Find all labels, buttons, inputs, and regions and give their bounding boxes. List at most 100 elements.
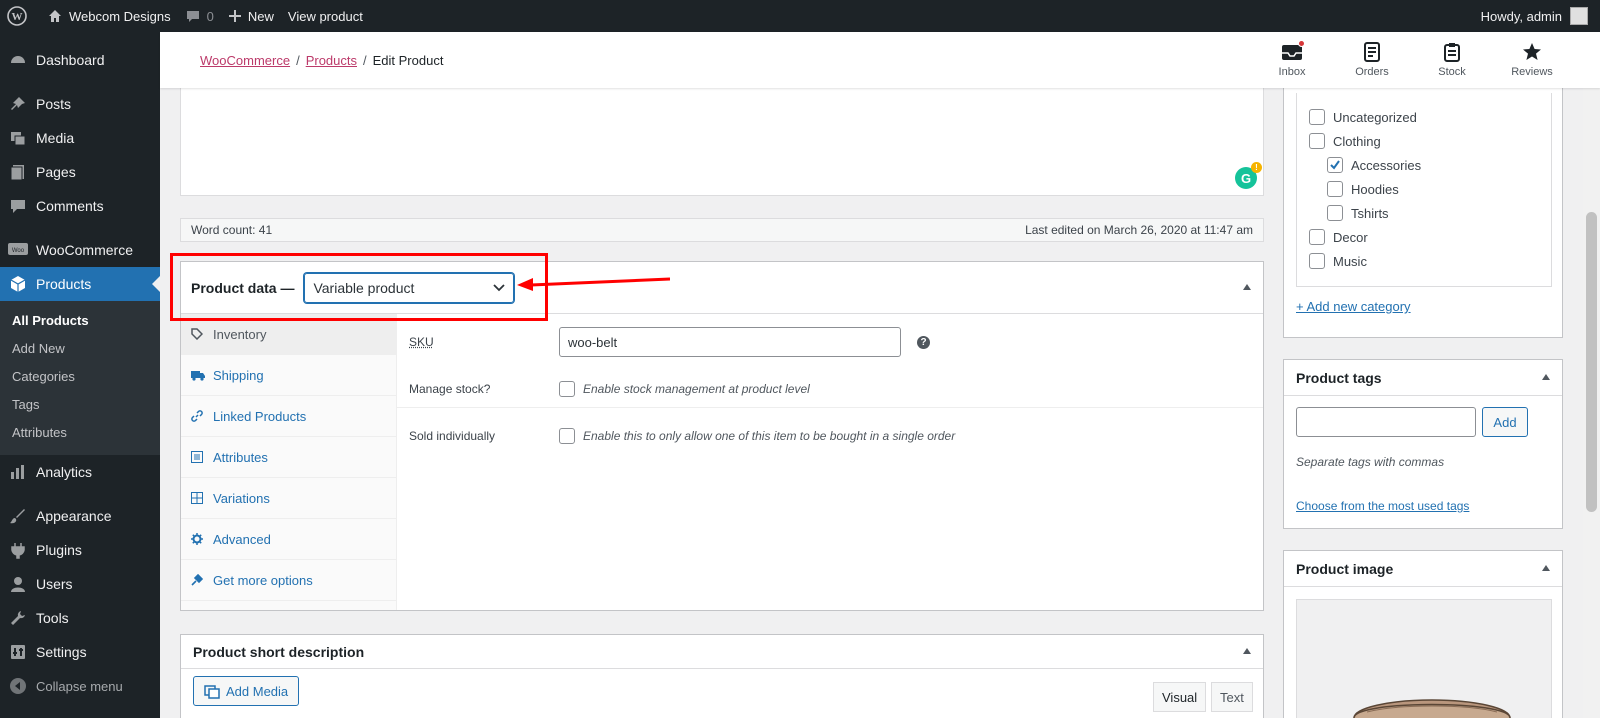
- menu-label: Products: [36, 276, 92, 292]
- collapse-toggle-icon[interactable]: [1542, 373, 1550, 380]
- menu-label: WooCommerce: [36, 242, 133, 258]
- submenu-all-products[interactable]: All Products: [0, 307, 160, 335]
- product-tags-title: Product tags: [1296, 369, 1382, 386]
- menu-label: Media: [36, 130, 75, 146]
- choose-tags-link[interactable]: Choose from the most used tags: [1296, 499, 1469, 513]
- reviews-button[interactable]: Reviews: [1492, 42, 1572, 78]
- category-checkbox[interactable]: [1309, 253, 1325, 269]
- stock-label: Stock: [1438, 66, 1466, 78]
- menu-appearance[interactable]: Appearance: [0, 499, 160, 533]
- view-product-link[interactable]: View product: [281, 0, 370, 32]
- menu-comments[interactable]: Comments: [0, 189, 160, 223]
- menu-media[interactable]: Media: [0, 121, 160, 155]
- menu-collapse[interactable]: Collapse menu: [0, 669, 160, 703]
- site-name-link[interactable]: Webcom Designs: [40, 0, 178, 32]
- tab-linked-products[interactable]: Linked Products: [181, 396, 396, 437]
- stock-button[interactable]: Stock: [1412, 42, 1492, 78]
- add-new-category-link[interactable]: + Add new category: [1296, 299, 1411, 314]
- collapse-toggle-icon[interactable]: [1542, 564, 1550, 571]
- category-item[interactable]: Tshirts: [1327, 205, 1389, 221]
- page-scrollbar[interactable]: [1583, 32, 1600, 718]
- tab-advanced[interactable]: Advanced: [181, 519, 396, 560]
- submenu-tags[interactable]: Tags: [0, 391, 160, 419]
- breadcrumb-products[interactable]: Products: [306, 53, 357, 68]
- inbox-button[interactable]: Inbox: [1252, 40, 1332, 78]
- account-menu[interactable]: Howdy, admin: [1474, 0, 1600, 32]
- short-description-header: Product short description: [181, 635, 1263, 669]
- submenu-add-new[interactable]: Add New: [0, 335, 160, 363]
- plus-icon: [228, 10, 241, 22]
- home-icon: [49, 10, 61, 22]
- grammarly-icon[interactable]: G!: [1235, 162, 1262, 189]
- category-checkbox[interactable]: [1309, 133, 1325, 149]
- sku-input[interactable]: woo-belt: [559, 327, 901, 357]
- category-checkbox-checked[interactable]: [1327, 157, 1343, 173]
- orders-icon: [1364, 42, 1380, 62]
- tab-attributes[interactable]: Attributes: [181, 437, 396, 478]
- menu-analytics[interactable]: Analytics: [0, 455, 160, 489]
- tag-input[interactable]: [1296, 407, 1476, 437]
- menu-settings[interactable]: Settings: [0, 635, 160, 669]
- category-item[interactable]: Clothing: [1309, 133, 1381, 149]
- menu-dashboard[interactable]: Dashboard: [0, 43, 160, 77]
- tab-shipping[interactable]: Shipping: [181, 355, 396, 396]
- menu-users[interactable]: Users: [0, 567, 160, 601]
- menu-woocommerce[interactable]: Woo WooCommerce: [0, 233, 160, 267]
- admin-bar: W Webcom Designs 0 New View product Howd…: [0, 0, 1600, 32]
- collapse-toggle-icon[interactable]: [1243, 647, 1251, 654]
- help-icon[interactable]: ?: [917, 335, 930, 349]
- orders-button[interactable]: Orders: [1332, 42, 1412, 78]
- grid-icon: [191, 492, 205, 504]
- woo-icon: Woo: [8, 240, 28, 260]
- wordpress-logo-icon[interactable]: W: [0, 0, 40, 32]
- scrollbar-thumb[interactable]: [1586, 212, 1597, 512]
- product-data-tabs: Inventory Shipping Linked Products Attri…: [181, 314, 397, 610]
- sku-value: woo-belt: [568, 334, 618, 350]
- add-media-button[interactable]: Add Media: [193, 676, 300, 706]
- tab-get-more-options[interactable]: Get more options: [181, 560, 396, 601]
- breadcrumb: WooCommerce / Products / Edit Product: [200, 53, 443, 68]
- new-content-link[interactable]: New: [221, 0, 281, 32]
- product-image-title: Product image: [1296, 560, 1394, 577]
- category-item[interactable]: Music: [1309, 253, 1367, 269]
- breadcrumb-woocommerce[interactable]: WooCommerce: [200, 53, 290, 68]
- comment-icon: [8, 196, 28, 216]
- sold-individually-checkbox[interactable]: [559, 428, 575, 444]
- tab-visual[interactable]: Visual: [1153, 682, 1207, 712]
- menu-label: Settings: [36, 644, 87, 660]
- category-item[interactable]: Accessories: [1327, 157, 1421, 173]
- collapse-toggle-icon[interactable]: [1243, 283, 1251, 290]
- tab-variations[interactable]: Variations: [181, 478, 396, 519]
- comments-link[interactable]: 0: [178, 0, 221, 32]
- menu-posts[interactable]: Posts: [0, 87, 160, 121]
- manage-stock-row: Manage stock? Enable stock management at…: [397, 370, 1263, 408]
- last-edited: Last edited on March 26, 2020 at 11:47 a…: [1025, 223, 1253, 237]
- menu-pages[interactable]: Pages: [0, 155, 160, 189]
- menu-products[interactable]: Products: [0, 267, 160, 301]
- content-editor[interactable]: G!: [180, 88, 1264, 196]
- category-checkbox[interactable]: [1327, 181, 1343, 197]
- add-tag-button[interactable]: Add: [1482, 407, 1528, 437]
- category-checkbox[interactable]: [1309, 109, 1325, 125]
- submenu-attributes[interactable]: Attributes: [0, 419, 160, 447]
- category-checkbox[interactable]: [1309, 229, 1325, 245]
- category-item[interactable]: Uncategorized: [1309, 109, 1417, 125]
- category-item[interactable]: Hoodies: [1327, 181, 1399, 197]
- dashboard-icon: [8, 50, 28, 70]
- tag-hint: Separate tags with commas: [1296, 455, 1445, 469]
- product-image-thumbnail[interactable]: [1296, 599, 1552, 718]
- submenu-categories[interactable]: Categories: [0, 363, 160, 391]
- menu-label: Dashboard: [36, 52, 105, 68]
- link-icon: [191, 410, 205, 422]
- notification-dot: [1298, 40, 1305, 47]
- manage-stock-checkbox[interactable]: [559, 380, 575, 397]
- orders-label: Orders: [1355, 66, 1389, 78]
- tab-text[interactable]: Text: [1211, 682, 1253, 712]
- tab-label: Inventory: [213, 326, 267, 342]
- breadcrumb-sep: /: [363, 52, 367, 68]
- category-item[interactable]: Decor: [1309, 229, 1368, 245]
- tab-label: Visual: [1162, 689, 1198, 705]
- menu-tools[interactable]: Tools: [0, 601, 160, 635]
- menu-plugins[interactable]: Plugins: [0, 533, 160, 567]
- category-checkbox[interactable]: [1327, 205, 1343, 221]
